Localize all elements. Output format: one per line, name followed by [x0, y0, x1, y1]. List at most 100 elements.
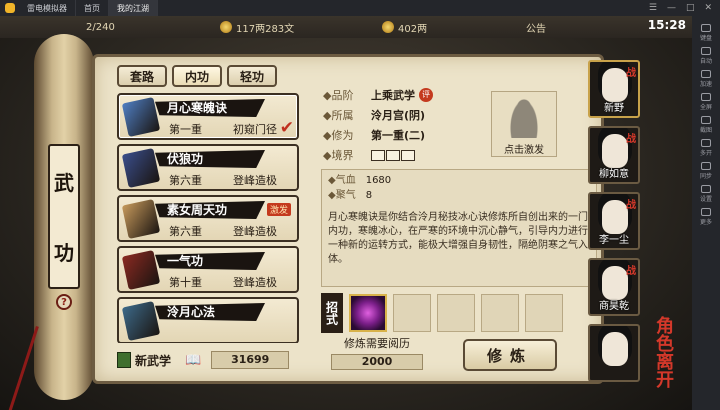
tab-lightness-skill[interactable]: 轻功	[227, 65, 277, 87]
train-button[interactable]: 修炼	[463, 339, 557, 371]
moves-label: 招式	[321, 293, 343, 333]
skill-book-icon	[121, 301, 161, 341]
window-controls: ☰ — □ ✕	[649, 3, 720, 13]
realm-slot	[371, 149, 385, 161]
maximize-icon[interactable]: □	[686, 3, 695, 13]
stat-hp: ◆气血 1680	[328, 175, 392, 186]
realm-row: ◆境界	[323, 147, 416, 163]
energy-counter: 2/240	[86, 21, 115, 33]
sidebar-keyboard[interactable]: 键盘	[700, 24, 712, 43]
skill-description-box: ◆气血 1680 ◆聚气 8 月心寒魄诀是你结合泠月秘技冰心诀修炼所自创出来的一门内…	[321, 169, 597, 287]
skill-book-icon	[121, 148, 161, 188]
character-face	[602, 332, 628, 366]
scroll-title: 武 功	[48, 144, 80, 289]
skill-item[interactable]: 素女周天功 第六重 登峰造极 激发	[117, 195, 299, 242]
move-slot-5[interactable]	[525, 294, 563, 332]
sidebar-sync[interactable]: 同步	[700, 162, 712, 181]
skill-item[interactable]: 伏狼功第六重 登峰造极	[117, 144, 299, 191]
tab-routines[interactable]: 套路	[117, 65, 167, 87]
skill-book-icon	[121, 97, 161, 137]
character-face	[602, 266, 628, 300]
clock: 15:28	[647, 18, 686, 32]
battle-badge: 战	[626, 266, 636, 277]
realm-slot	[386, 149, 400, 161]
silver-counter: 402两	[382, 19, 427, 35]
skill-book-icon	[121, 199, 161, 239]
equipped-check-icon: ✔	[279, 118, 294, 138]
silver-icon	[382, 21, 394, 33]
leave-button[interactable]: 角色离开	[650, 316, 676, 388]
stat-qi: ◆聚气 8	[328, 190, 373, 201]
sidebar-fullscreen[interactable]: 全屏	[700, 93, 712, 112]
move-slot-4[interactable]	[481, 294, 519, 332]
character-face	[602, 134, 628, 168]
tab-home[interactable]: 首页	[76, 0, 109, 16]
skill-list[interactable]: 月心寒魄诀 第一重 初窥门径 ✔ 伏狼功 第六重 登峰造极 素女周天功 第六重 登峰造极 激发 一气功…	[117, 93, 305, 343]
skill-name: 一气功	[155, 252, 265, 270]
speed-icon	[700, 70, 711, 78]
multi-instance-icon	[700, 139, 711, 147]
sidebar-auto[interactable]: 自动	[700, 47, 712, 66]
skill-item[interactable]: 泠月心法	[117, 297, 299, 343]
moves-row: 招式	[321, 293, 563, 333]
skill-panel: 套路 内功 轻功 月心寒魄诀 第一重 初窥门径 ✔ 伏狼功 第六重 登峰造极 素女周天功 第六重…	[92, 54, 604, 384]
auto-icon	[700, 47, 711, 55]
skill-item[interactable]: 一气功 第十重 登峰造极	[117, 246, 299, 293]
skill-level: 第六重	[169, 225, 202, 238]
tab-game[interactable]: 我的江湖	[109, 0, 158, 16]
character-portrait[interactable]: 商昊乾 战	[588, 258, 640, 316]
minimize-icon[interactable]: —	[667, 3, 676, 13]
realm-slot	[401, 149, 415, 161]
sidebar-more[interactable]: 更多	[700, 208, 712, 227]
meditating-figure-icon	[509, 98, 539, 138]
battle-badge: 战	[626, 68, 636, 79]
move-slot-2[interactable]	[393, 294, 431, 332]
skill-item[interactable]: 月心寒魄诀 第一重 初窥门径 ✔	[117, 93, 299, 140]
activated-badge: 激发	[266, 203, 291, 216]
emulator-titlebar: 雷电模拟器 首页 我的江湖 ☰ — □ ✕	[0, 0, 720, 16]
move-slot-1[interactable]	[349, 294, 387, 332]
fullscreen-icon	[700, 93, 711, 101]
character-portrait[interactable]	[588, 324, 640, 382]
skill-stage: 登峰造极	[233, 225, 277, 238]
screenshot-icon	[700, 116, 711, 124]
activate-figure-button[interactable]: 点击激发	[491, 91, 557, 157]
emulator-logo-icon	[5, 3, 15, 13]
sidebar-screenshot[interactable]: 截图	[700, 116, 712, 135]
battle-badge: 战	[626, 134, 636, 145]
close-icon[interactable]: ✕	[704, 3, 712, 13]
skill-level: 第十重	[169, 276, 202, 289]
emulator-app-name: 雷电模拟器	[19, 0, 76, 16]
sidebar-speed[interactable]: 加速	[700, 70, 712, 89]
evaluate-button[interactable]: 评	[419, 88, 433, 102]
menu-icon[interactable]: ☰	[649, 3, 657, 13]
help-button[interactable]: ?	[56, 294, 72, 310]
character-portrait[interactable]: 李一尘 战	[588, 192, 640, 250]
skill-book-icon	[121, 250, 161, 290]
character-portrait[interactable]: 柳如意 战	[588, 126, 640, 184]
skill-name: 泠月心法	[155, 303, 265, 321]
skill-stage: 登峰造极	[233, 174, 277, 187]
character-face	[602, 68, 628, 102]
sidebar-settings[interactable]: 设置	[700, 185, 712, 204]
book-icon	[117, 352, 131, 368]
emulator-sidebar: 键盘 自动 加速 全屏 截图 多开 同步 设置 更多	[692, 16, 720, 410]
character-portrait[interactable]: 新野 战	[588, 60, 640, 118]
notice-button[interactable]: 公告	[526, 19, 546, 35]
skill-name: 伏狼功	[155, 150, 265, 168]
game-viewport: 2/240 117两283文 402两 公告 15:28 武 功 ? 套路 内功…	[0, 16, 692, 410]
money-counter: 117两283文	[220, 19, 294, 35]
more-icon	[700, 208, 711, 216]
grade-row: ◆品阶 上乘武学 评	[323, 87, 433, 103]
keyboard-icon	[700, 24, 711, 32]
bottom-bar: 新武学 📖 31699	[117, 351, 290, 369]
sidebar-multi[interactable]: 多开	[700, 139, 712, 158]
top-hud: 2/240 117两283文 402两 公告 15:28	[0, 16, 692, 38]
tab-inner-skill[interactable]: 内功	[172, 65, 222, 87]
move-slot-3[interactable]	[437, 294, 475, 332]
skill-level: 第六重	[169, 174, 202, 187]
open-book-icon: 📖	[185, 352, 202, 368]
character-name: 李一尘	[599, 235, 629, 246]
new-skill-button[interactable]: 新武学	[117, 352, 171, 369]
training-cost: 修炼需要阅历 2000	[331, 335, 423, 370]
